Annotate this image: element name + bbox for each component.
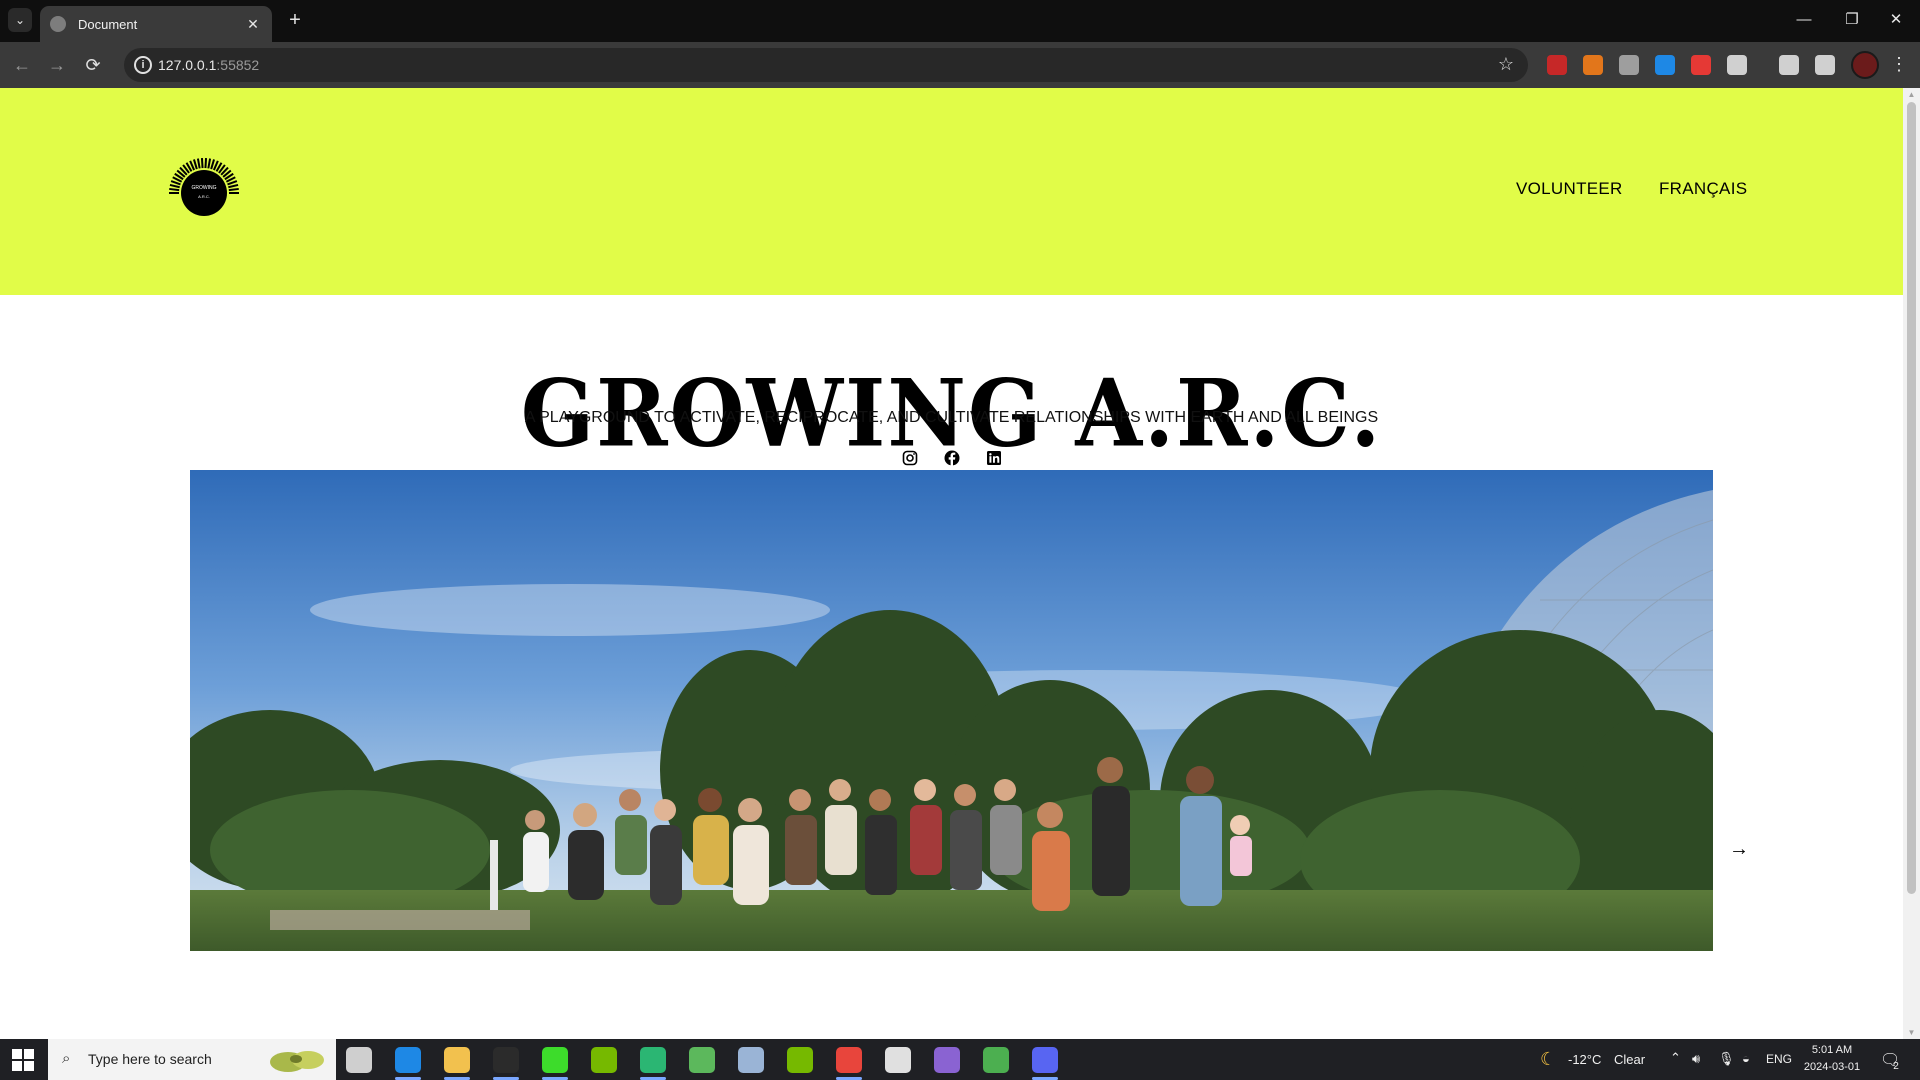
social-links <box>0 450 1903 466</box>
metamask-icon[interactable] <box>1583 55 1603 75</box>
windows-start-icon[interactable] <box>12 1049 34 1071</box>
logo-ray <box>204 158 208 169</box>
ublock-icon[interactable] <box>1547 55 1567 75</box>
weather-temp[interactable]: -12°C <box>1568 1052 1601 1067</box>
browser-menu-icon[interactable]: ⋮ <box>1890 54 1908 75</box>
minimize-button[interactable]: — <box>1782 6 1826 34</box>
clock-date[interactable]: 2024-03-01 <box>1800 1061 1864 1073</box>
nvidia-experience-icon[interactable] <box>787 1047 813 1073</box>
svg-text:A.R.C.: A.R.C. <box>198 194 210 199</box>
site-header: GROWING A.R.C. VOLUNTEER FRANÇAIS <box>0 88 1903 295</box>
windows-taskbar: ⌕ Type here to search ☾ -12°C Clear ⌃ 🔊︎… <box>0 1039 1920 1080</box>
side-panel-icon[interactable] <box>1815 55 1835 75</box>
scrollbar-thumb[interactable] <box>1907 102 1916 894</box>
new-tab-button[interactable]: + <box>283 9 307 33</box>
search-icon: ⌕ <box>62 1050 71 1067</box>
url-host: 127.0.0.1 <box>158 57 217 73</box>
minecraft-icon[interactable] <box>983 1047 1009 1073</box>
discord-icon[interactable] <box>1032 1047 1058 1073</box>
logo-ray <box>228 187 239 192</box>
logo-ray <box>196 158 201 169</box>
language-indicator[interactable]: ENG <box>1766 1052 1792 1066</box>
media-control-icon[interactable] <box>1779 55 1799 75</box>
page-viewport: GROWING A.R.C. VOLUNTEER FRANÇAIS GROWIN… <box>0 88 1903 1039</box>
globe-icon <box>50 16 66 32</box>
reload-button[interactable]: ⟳ <box>80 52 106 78</box>
search-highlight-image <box>270 1051 324 1072</box>
scroll-up-icon[interactable]: ▲ <box>1907 90 1916 99</box>
tray-overflow-icon[interactable]: ⌃ <box>1670 1050 1681 1066</box>
page-scrollbar[interactable]: ▲ ▼ <box>1903 88 1920 1039</box>
chrome-icon[interactable] <box>836 1047 862 1073</box>
logo-ray <box>207 158 212 169</box>
github-icon[interactable] <box>934 1047 960 1073</box>
hero-carousel-image <box>190 470 1713 951</box>
url-text[interactable]: 127.0.0.1:55852 <box>158 57 259 73</box>
url-port: :55852 <box>216 57 260 73</box>
file-explorer-icon[interactable] <box>444 1047 470 1073</box>
cube-app-icon[interactable] <box>689 1047 715 1073</box>
weather-condition[interactable]: Clear <box>1614 1052 1645 1067</box>
taskbar-search-box[interactable]: ⌕ Type here to search <box>48 1039 336 1080</box>
forward-button[interactable]: → <box>44 52 70 78</box>
restore-button[interactable]: ❐ <box>1830 6 1874 34</box>
tab-close-icon[interactable]: ✕ <box>244 16 262 33</box>
active-tab[interactable]: Document ✕ <box>40 6 272 42</box>
green-app-icon[interactable] <box>542 1047 568 1073</box>
browser-tab-bar: ⌄ Document ✕ + — ❐ ✕ <box>0 0 1920 42</box>
instagram-icon[interactable] <box>902 450 918 466</box>
extension-shield-icon[interactable] <box>1619 55 1639 75</box>
notifications-count: 2 <box>1893 1061 1899 1072</box>
logo-ray <box>200 158 204 169</box>
logo-ray <box>210 159 215 170</box>
moon-weather-icon[interactable]: ☾ <box>1540 1049 1556 1070</box>
facebook-icon[interactable] <box>944 450 960 466</box>
tab-search-button[interactable]: ⌄ <box>8 8 32 32</box>
linear-app-icon[interactable] <box>493 1047 519 1073</box>
teal-app-icon[interactable] <box>640 1047 666 1073</box>
sun-logo-icon: GROWING A.R.C. <box>169 158 239 216</box>
virtual-machine-icon[interactable] <box>738 1047 764 1073</box>
clock-time[interactable]: 5:01 AM <box>1800 1044 1864 1056</box>
carousel-next-icon[interactable]: → <box>1729 838 1749 861</box>
logo-ray <box>169 187 180 192</box>
scroll-down-icon[interactable]: ▼ <box>1907 1028 1916 1037</box>
profile-avatar[interactable] <box>1851 51 1879 79</box>
close-window-button[interactable]: ✕ <box>1874 6 1918 34</box>
nav-volunteer-link[interactable]: VOLUNTEER <box>1516 179 1623 199</box>
logo-ray <box>193 159 198 170</box>
puzzle-extensions-icon[interactable] <box>1727 55 1747 75</box>
microphone-icon[interactable]: 🎙︎ <box>1718 1051 1735 1067</box>
search-placeholder: Type here to search <box>88 1051 212 1067</box>
volume-icon[interactable]: 🔊︎ <box>1692 1051 1700 1067</box>
site-logo[interactable]: GROWING A.R.C. <box>167 156 241 230</box>
site-info-icon[interactable]: i <box>134 56 152 74</box>
nav-francais-link[interactable]: FRANÇAIS <box>1659 179 1747 199</box>
bookmark-star-icon[interactable]: ☆ <box>1498 54 1514 75</box>
settings-icon[interactable] <box>885 1047 911 1073</box>
address-bar[interactable]: i 127.0.0.1:55852 ☆ <box>124 48 1528 82</box>
logo-ray <box>169 183 180 189</box>
red-circle-extension-icon[interactable] <box>1691 55 1711 75</box>
back-button[interactable]: ← <box>9 52 35 78</box>
group-photo-image <box>190 470 1713 951</box>
task-view-icon[interactable] <box>346 1047 372 1073</box>
translate-extension-icon[interactable] <box>1655 55 1675 75</box>
mail-icon[interactable] <box>395 1047 421 1073</box>
hero-subtitle: A PLAYGROUND TO ACTIVATE, RECIPROCATE, A… <box>524 409 1379 426</box>
svg-text:GROWING: GROWING <box>192 185 217 191</box>
logo-ray <box>228 183 239 189</box>
network-icon[interactable]: ◒ <box>1742 1051 1750 1066</box>
nvidia-icon[interactable] <box>591 1047 617 1073</box>
browser-toolbar: ← → ⟳ i 127.0.0.1:55852 ☆ ⋮ <box>0 42 1920 88</box>
tab-title: Document <box>78 16 138 32</box>
linkedin-icon[interactable] <box>986 450 1002 466</box>
